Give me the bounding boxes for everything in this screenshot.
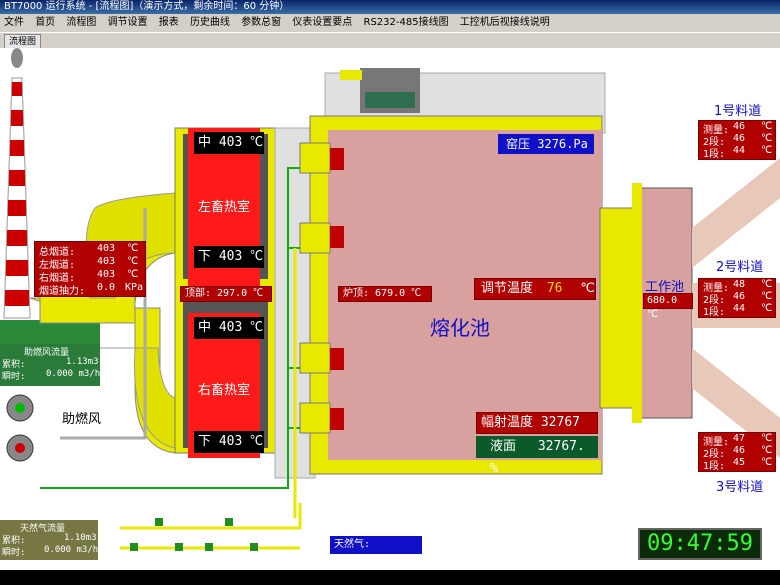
channel-1-panel: 测量: 46 ℃ 2段: 46 ℃ 1段: 44 ℃ (698, 120, 776, 160)
regulate-temp-unit: ℃ (580, 281, 595, 296)
left-regen-label: 左畜热室 (198, 200, 251, 215)
menu-file[interactable]: 文件 (4, 17, 24, 28)
channel-1-row2-value: 46 (733, 133, 746, 144)
liquid-level-value: 32767. (537, 439, 585, 454)
radiation-temp-label: 幅射温度 (481, 415, 534, 430)
right-regen-bottom-temp: 下 403 ℃ (194, 431, 264, 453)
channel-1-row1-value: 46 (733, 121, 746, 132)
channel-3-row3-label: 1段: (703, 461, 726, 472)
liquid-level-readout: 液面 32767. % (476, 436, 598, 476)
natural-gas-pressure-readout: 天然气: 3276.KPa (330, 536, 422, 568)
menu-rs485[interactable]: RS232-485接线图 (364, 17, 449, 28)
menu-history[interactable]: 历史曲线 (190, 17, 230, 28)
combustion-air-title: 助燃风流量 (24, 348, 70, 358)
channel-1-row3-value: 44 (733, 145, 746, 156)
regulate-temp-label: 调节温度 (481, 281, 534, 296)
kiln-pressure-label: 窑压 (506, 137, 531, 151)
window-title-bar: BT7000 运行系统 - [流程图]（演示方式，剩余时间：60 分钟） (0, 0, 780, 14)
channel-3-row2-value: 46 (733, 445, 746, 456)
channel-1-row1-unit: ℃ (761, 121, 773, 132)
natural-gas-flow-panel: 天然气流量 累积: 1.10m3 瞬时: 0.000 m3/h (0, 520, 98, 560)
menu-home[interactable]: 首页 (35, 17, 55, 28)
liquid-level-unit: % (490, 461, 498, 476)
flue-right-unit: ℃ (127, 269, 139, 280)
channel-3-row1-value: 47 (733, 433, 746, 444)
channel-2-title: 2号料道 (716, 260, 764, 275)
flue-draft-label: 烟道抽力: (39, 286, 86, 297)
combustion-air-inst-label: 瞬时: (2, 372, 26, 382)
liquid-level-label: 液面 (490, 439, 517, 454)
channel-3-row1-unit: ℃ (761, 433, 773, 444)
flue-total-unit: ℃ (127, 243, 139, 254)
channel-2-row1-value: 48 (733, 279, 746, 290)
radiation-temp-value: 32767 (540, 415, 580, 430)
channel-2-row1-unit: ℃ (761, 279, 773, 290)
digital-clock: 09:47:59 (638, 528, 762, 560)
tab-flowchart[interactable]: 流程图 (4, 34, 42, 49)
channel-2-row2-unit: ℃ (761, 291, 773, 302)
regulate-temp-readout: 调节温度 76 ℃ (474, 278, 596, 300)
kiln-pressure-value: 3276.Pa (537, 137, 588, 151)
working-pool-temp: 680.0 ℃ (643, 293, 693, 320)
right-regen-mid-temp: 中 403 ℃ (194, 317, 264, 339)
menu-params[interactable]: 参数总窗 (241, 17, 281, 28)
furnace-top-readout: 炉顶: 679.0 ℃ (338, 286, 432, 302)
status-bar (0, 570, 780, 585)
chimney-icon (3, 48, 31, 319)
channel-3-title: 3号料道 (716, 480, 764, 495)
channel-2-panel: 测量: 48 ℃ 2段: 46 ℃ 1段: 44 ℃ (698, 278, 776, 318)
radiation-temp-readout: 幅射温度 32767 ℃ (476, 412, 598, 450)
tab-bar: 流程图 (0, 32, 780, 49)
channel-1-title: 1号料道 (714, 104, 762, 119)
flue-left-value: 403 (97, 256, 116, 267)
flue-right-value: 403 (97, 269, 116, 280)
flue-draft-value: 0.0 (97, 282, 116, 293)
top-temp-readout: 顶部: 297.0 ℃ (180, 286, 272, 302)
channel-2-row3-value: 44 (733, 303, 746, 314)
menu-flowchart[interactable]: 流程图 (66, 17, 96, 28)
natural-gas-flow-title: 天然气流量 (20, 524, 66, 534)
channel-2-row3-unit: ℃ (761, 303, 773, 314)
kiln-pressure-readout: 窑压 3276.Pa (498, 134, 594, 154)
process-canvas: 中 403 ℃ 左畜热室 下 403 ℃ 中 403 ℃ 右畜热室 下 403 … (0, 48, 780, 570)
channel-3-row2-unit: ℃ (761, 445, 773, 456)
right-regen-chamber: 中 403 ℃ 右畜热室 下 403 ℃ (188, 313, 264, 458)
menu-instrument[interactable]: 仪表设置要点 (292, 17, 352, 28)
channel-3-panel: 测量: 47 ℃ 2段: 46 ℃ 1段: 45 ℃ (698, 432, 776, 472)
channel-2-row2-value: 46 (733, 291, 746, 302)
combustion-air-panel: 助燃风流量 累积: 1.13m3 瞬时: 0.000 m3/h (0, 344, 100, 386)
left-regen-mid-temp: 中 403 ℃ (194, 132, 264, 154)
menu-bar: 文件 首页 流程图 调节设置 报表 历史曲线 参数总窗 仪表设置要点 RS232… (0, 14, 780, 32)
combustion-air-inst-value: 0.000 m3/h (46, 369, 101, 379)
melting-pool-label: 熔化池 (430, 316, 490, 340)
flue-panel: 总烟道: 403 ℃ 左烟道: 403 ℃ 右烟道: 403 ℃ 烟道抽力: 0… (34, 241, 146, 297)
natural-gas-flow-inst-label: 瞬时: (2, 548, 26, 558)
menu-report[interactable]: 报表 (159, 17, 179, 28)
natural-gas-flow-inst-value: 0.000 m3/h (44, 545, 99, 555)
left-regen-bottom-temp: 下 403 ℃ (194, 246, 264, 268)
channel-1-row3-label: 1段: (703, 149, 726, 160)
window-title: BT7000 运行系统 - [流程图]（演示方式，剩余时间：60 分钟） (4, 1, 290, 12)
flue-left-unit: ℃ (127, 256, 139, 267)
natural-gas-flow-cum-value: 1.10m3 (64, 533, 97, 543)
channel-3-row3-unit: ℃ (761, 457, 773, 468)
menu-wiring[interactable]: 工控机后视接线说明 (460, 17, 550, 28)
menu-regulation[interactable]: 调节设置 (108, 17, 148, 28)
combustion-fan-label: 助燃风 (62, 412, 102, 427)
flue-draft-unit: KPa (125, 282, 144, 293)
flue-total-value: 403 (97, 243, 116, 254)
channel-1-row2-unit: ℃ (761, 133, 773, 144)
process-diagram (0, 48, 780, 551)
combustion-air-cum-value: 1.13m3 (66, 357, 99, 367)
right-regen-label: 右畜热室 (198, 383, 251, 398)
channel-2-row3-label: 1段: (703, 307, 726, 318)
channel-1-row3-unit: ℃ (761, 145, 773, 156)
channel-3-row3-value: 45 (733, 457, 746, 468)
left-regen-chamber: 中 403 ℃ 左畜热室 下 403 ℃ (188, 128, 264, 293)
regulate-temp-value: 76 (546, 281, 563, 296)
